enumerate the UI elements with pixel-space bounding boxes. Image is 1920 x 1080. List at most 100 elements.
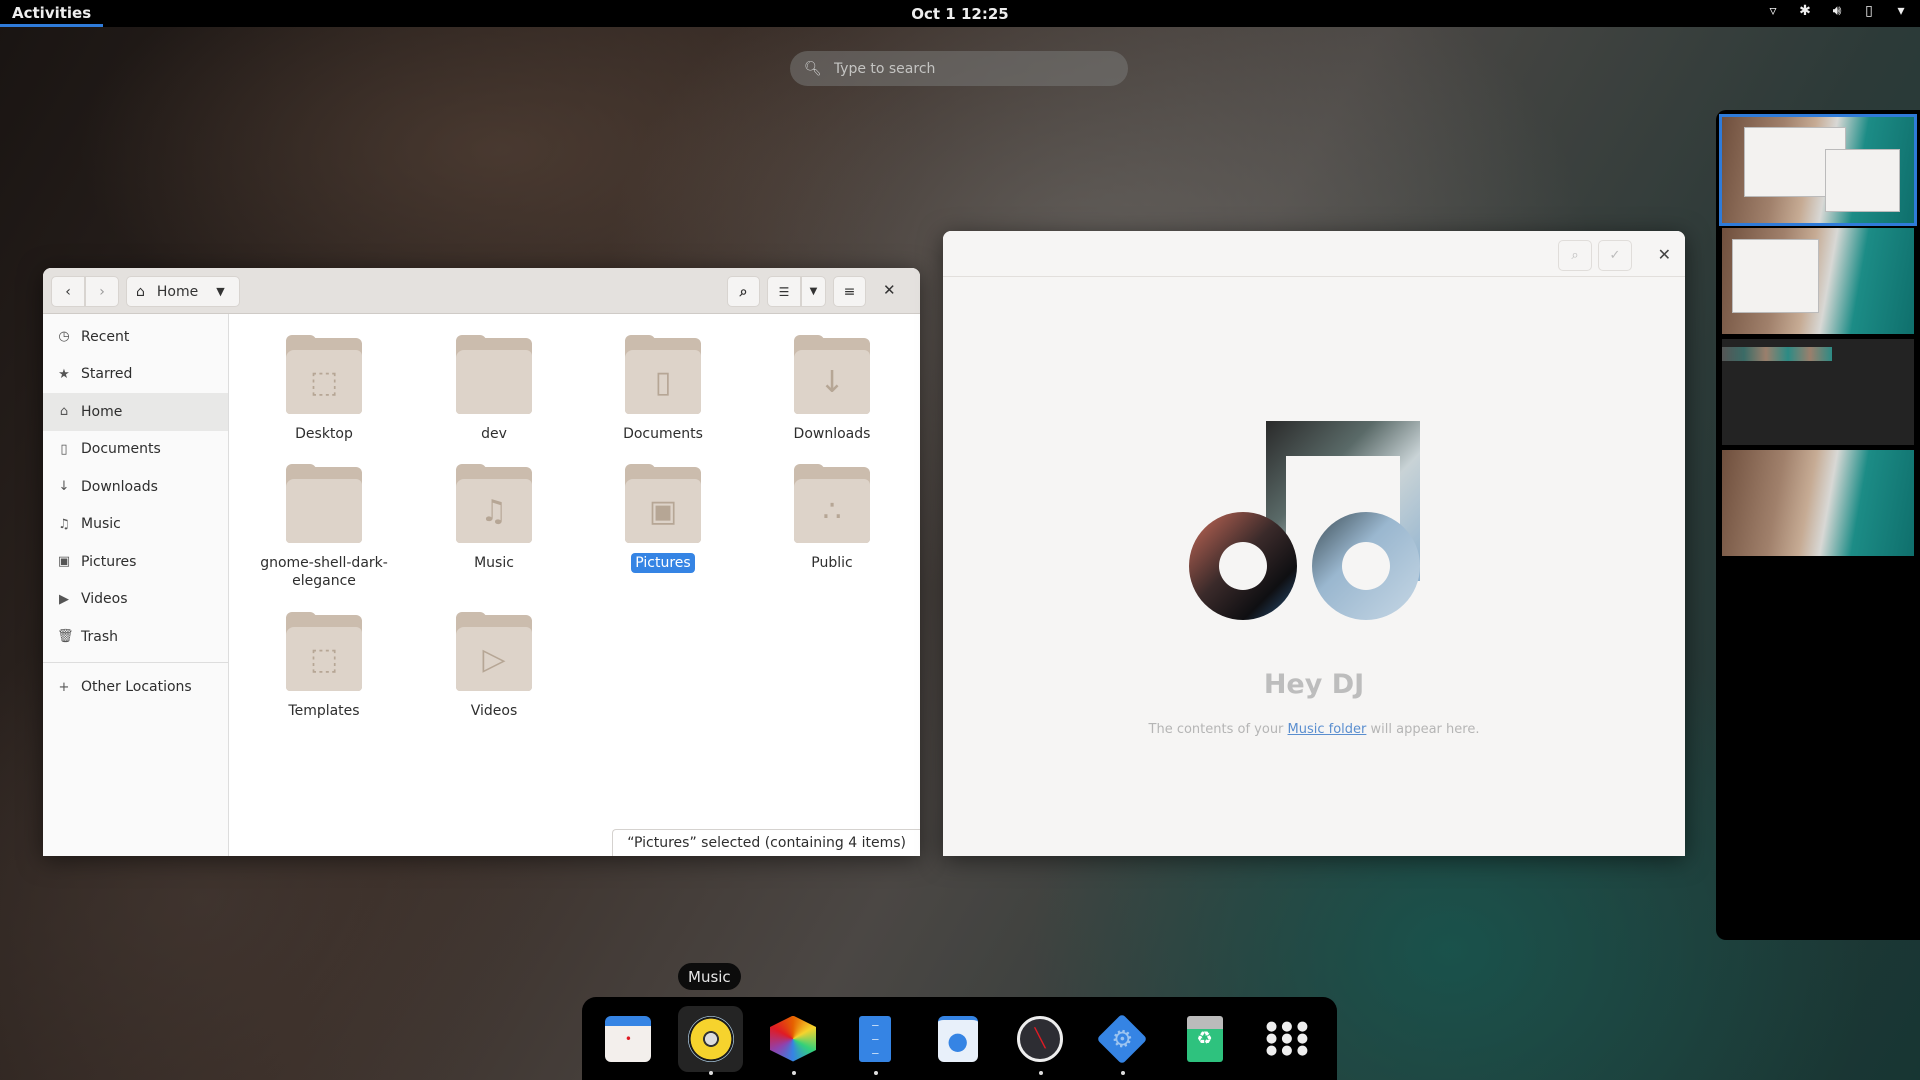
sidebar-item-documents[interactable]: ▯ Documents [43, 431, 228, 469]
shopping-bag-icon: ● [937, 1015, 978, 1062]
wifi-icon: ▿ [1769, 3, 1777, 19]
activities-button[interactable]: Activities [0, 0, 104, 27]
search-icon: ⌕ [1571, 248, 1579, 263]
close-button[interactable]: ✕ [883, 281, 896, 299]
folder-templates[interactable]: ⬚ Templates [249, 612, 399, 721]
folder-icon [455, 335, 533, 416]
music-search-button[interactable]: ⌕ [1558, 240, 1592, 271]
dash-app-clocks[interactable]: ╲ [1008, 1006, 1073, 1075]
files-grid: ⬚ Desktop dev ▯ Documents ↓ Downloads gnome… [229, 314, 920, 856]
sidebar-item-starred[interactable]: ★ Starred [43, 356, 228, 394]
dash: • ‒ ‒ ‒ ● ╲ ⚙ ♻ ● ● ● ● ● ● ● ● ● [582, 997, 1337, 1080]
dash-app-trash[interactable]: ♻ [1172, 1006, 1237, 1072]
folder-label: Pictures [631, 553, 695, 573]
dash-app-calendar[interactable]: • [596, 1006, 661, 1072]
running-indicator [791, 1070, 796, 1075]
selection-mode-button[interactable]: ✓ [1598, 240, 1632, 271]
dash-app-color-picker[interactable] [761, 1006, 826, 1075]
menu-button[interactable]: ≡ [833, 276, 866, 307]
search-icon: ⌕ [739, 283, 748, 300]
videos-folder-icon: ▷ [455, 612, 533, 693]
folder-label: gnome-shell-dark-elegance [260, 555, 388, 589]
music-folder-icon: ♫ [455, 464, 533, 545]
dash-app-music[interactable] [678, 1005, 744, 1075]
folder-desktop[interactable]: ⬚ Desktop [249, 335, 399, 444]
pictures-folder-icon: ▣ [624, 464, 702, 545]
sidebar-item-trash[interactable]: 🗑︎ Trash [43, 618, 228, 656]
music-folder-link[interactable]: Music folder [1288, 722, 1367, 737]
folder-label: Desktop [295, 426, 353, 442]
hexagon-color-icon [770, 1015, 817, 1062]
workspace-thumbnail-1[interactable] [1719, 114, 1917, 226]
clock: Oct 1 12:25 [0, 5, 1920, 23]
folder-videos[interactable]: ▷ Videos [419, 612, 569, 721]
sidebar-item-recent[interactable]: ◷ Recent [43, 318, 228, 356]
view-options-button[interactable]: ▼ [801, 276, 826, 307]
close-button[interactable]: ✕ [1658, 245, 1671, 264]
sidebar-item-label: Starred [81, 366, 133, 383]
dash-app-files[interactable]: ‒ ‒ ‒ [843, 1006, 908, 1075]
file-cabinet-icon: ‒ ‒ ‒ [859, 1015, 892, 1062]
workspace-thumbnail-3[interactable] [1722, 339, 1914, 445]
bluetooth-icon: ✱ [1799, 3, 1811, 19]
document-icon: ▯ [60, 441, 68, 457]
sidebar-item-downloads[interactable]: ↓ Downloads [43, 468, 228, 506]
sidebar-item-music[interactable]: ♫ Music [43, 506, 228, 544]
folder-label: Videos [470, 703, 518, 719]
music-window[interactable]: ⌕ ✓ ✕ Hey DJ The contents of your Music … [943, 231, 1685, 856]
sidebar-item-other-locations[interactable]: + Other Locations [43, 669, 228, 707]
folder-label: Templates [288, 703, 360, 719]
sidebar-item-videos[interactable]: ▶ Videos [43, 581, 228, 619]
folder-icon [285, 464, 363, 545]
music-note-icon: ♫ [58, 516, 70, 532]
folder-downloads[interactable]: ↓ Downloads [757, 335, 907, 444]
folder-public[interactable]: ∴ Public [757, 464, 907, 573]
window-thumbnail [1732, 239, 1819, 313]
files-sidebar: ◷ Recent ★ Starred ⌂ Home ▯ Documents ↓ Downl… [43, 314, 229, 856]
workspace-switcher [1716, 110, 1920, 940]
running-indicator [709, 1070, 714, 1075]
folder-music[interactable]: ♫ Music [419, 464, 569, 573]
public-share-folder-icon: ∴ [793, 464, 871, 545]
dash-app-software[interactable]: ● [925, 1006, 990, 1072]
show-applications-button[interactable]: ● ● ● ● ● ● ● ● ● [1255, 1006, 1320, 1072]
search-button[interactable]: ⌕ [727, 276, 760, 307]
location-label: Home [156, 283, 199, 300]
sidebar-divider [43, 661, 228, 663]
sidebar-item-pictures[interactable]: ▣ Pictures [43, 543, 228, 581]
forward-button[interactable]: › [85, 276, 119, 307]
star-icon: ★ [58, 366, 70, 382]
back-button[interactable]: ‹ [51, 276, 85, 307]
battery-charging-icon: ▯ [1865, 3, 1873, 19]
dash-app-settings[interactable]: ⚙ [1090, 1006, 1155, 1075]
video-camera-icon: ▶ [59, 591, 69, 607]
plus-icon: + [58, 679, 70, 695]
checkmark-icon: ✓ [1609, 248, 1621, 263]
files-window[interactable]: ‹ › ⌂ Home ▼ ⌕ ☰ ▼ ≡ ✕ ◷ Recent ★ Starred … [43, 268, 920, 856]
search-input[interactable] [833, 60, 1114, 77]
folder-dev[interactable]: dev [419, 335, 569, 444]
view-toggle-button[interactable]: ☰ [767, 276, 801, 307]
folder-pictures[interactable]: ▣ Pictures [588, 464, 738, 573]
overview-search[interactable]: 🔍︎ [790, 51, 1128, 86]
sidebar-item-label: Home [81, 403, 123, 420]
chevron-down-icon: ▼ [809, 286, 818, 297]
downloads-folder-icon: ↓ [793, 335, 871, 416]
location-button[interactable]: ⌂ Home ▼ [126, 276, 240, 307]
folder-documents[interactable]: ▯ Documents [588, 335, 738, 444]
music-window-thumbnail [1825, 149, 1900, 212]
sidebar-item-home[interactable]: ⌂ Home [43, 393, 228, 431]
subtitle-text: will appear here. [1366, 722, 1480, 737]
gear-diamond-icon: ⚙ [1096, 1013, 1148, 1064]
workspace-thumbnail-2[interactable] [1722, 228, 1914, 334]
dash-tooltip: Music [678, 963, 741, 990]
sidebar-item-label: Trash [81, 628, 118, 645]
list-view-icon: ☰ [778, 284, 790, 299]
folder-gnome-shell-dark-elegance[interactable]: gnome-shell-dark-elegance [249, 464, 399, 591]
workspace-thumbnail-4[interactable] [1722, 450, 1914, 556]
close-icon: ✕ [1657, 245, 1671, 264]
system-menu-chevron-icon: ▾ [1897, 3, 1905, 19]
empty-state-subtitle: The contents of your Music folder will a… [943, 722, 1685, 737]
clock-button[interactable]: Oct 1 12:25 [911, 5, 1008, 23]
system-tray[interactable]: ▿ ✱ 🔊︎ ▯ ▾ [1764, 3, 1910, 19]
